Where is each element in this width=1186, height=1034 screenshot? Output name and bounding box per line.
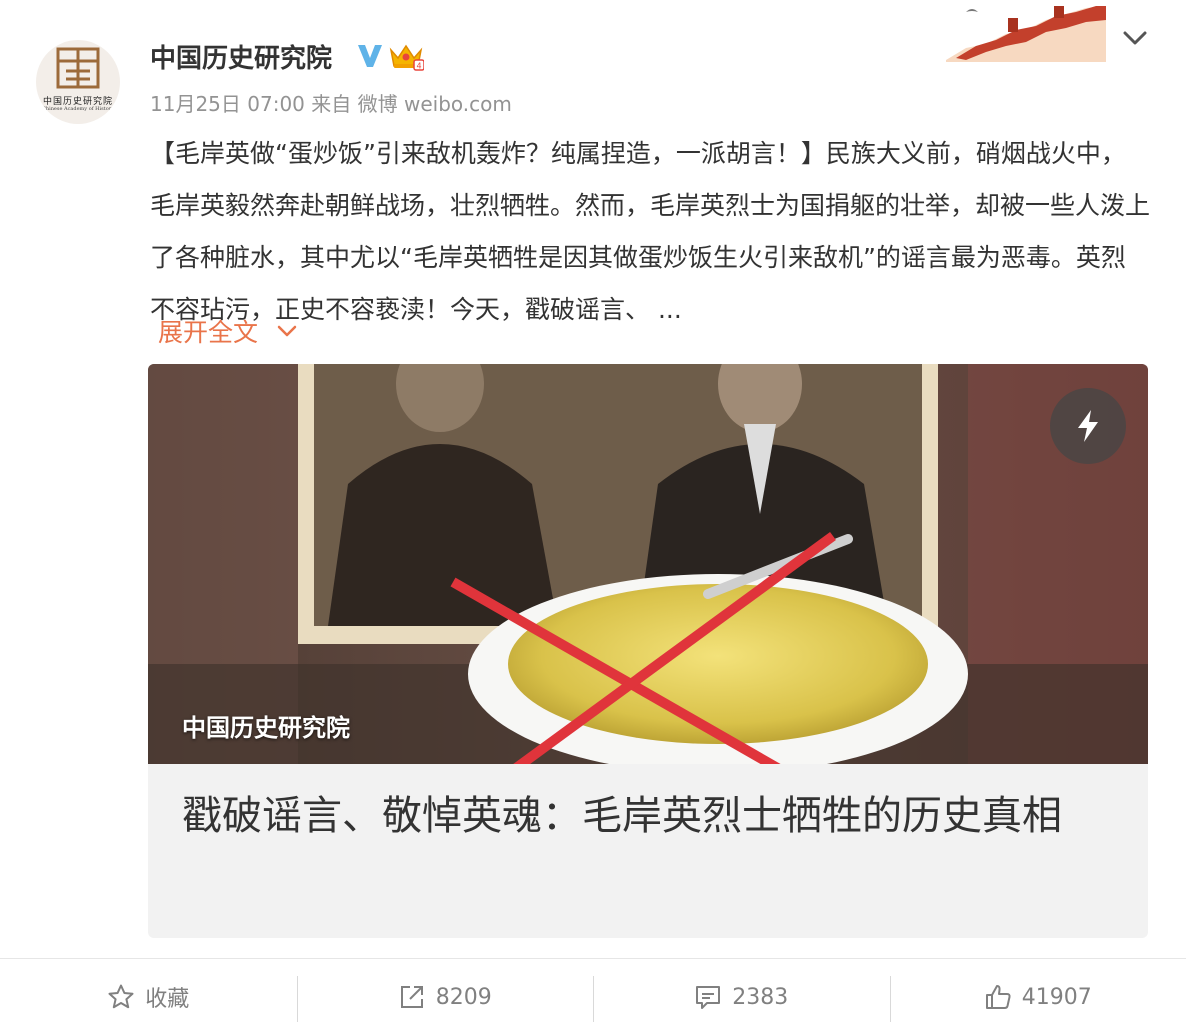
- action-bar-divider: [0, 958, 1186, 959]
- favorite-button[interactable]: 收藏: [0, 960, 297, 1034]
- lightning-icon[interactable]: [1050, 388, 1126, 464]
- action-bar: 收藏 8209 2383 41907: [0, 960, 1186, 1034]
- article-card[interactable]: 中国历史研究院 戳破谣言、敬悼英魂：毛岸英烈士牺牲的历史真相: [148, 364, 1148, 938]
- expand-full-text-button[interactable]: 展开全文: [158, 313, 298, 349]
- post-meta: 11月25日 07:00 来自 微博 weibo.com: [150, 88, 512, 117]
- crown-icon[interactable]: 4: [388, 40, 424, 72]
- thumbs-up-icon: [985, 985, 1011, 1009]
- comment-icon: [696, 986, 721, 1009]
- chevron-down-icon: [277, 325, 297, 337]
- repost-button[interactable]: 8209: [296, 960, 594, 1034]
- star-icon: [108, 984, 134, 1009]
- avatar[interactable]: 中国历史研究院 Chinese Academy of History: [36, 40, 120, 124]
- article-cover-image: [148, 364, 1148, 764]
- chevron-down-icon[interactable]: [1120, 26, 1150, 50]
- lightning-glyph: [1078, 410, 1098, 442]
- favorite-label: 收藏: [145, 987, 190, 1012]
- avatar-sublabel: Chinese Academy of History: [42, 106, 114, 112]
- article-title[interactable]: 戳破谣言、敬悼英魂：毛岸英烈士牺牲的历史真相: [182, 786, 1122, 846]
- like-button[interactable]: 41907: [889, 960, 1186, 1034]
- share-icon: [400, 986, 423, 1008]
- expand-label: 展开全文: [158, 318, 259, 347]
- comment-button[interactable]: 2383: [593, 960, 890, 1034]
- post-source: 来自 微博 weibo.com: [311, 92, 512, 116]
- like-count: 41907: [1021, 984, 1092, 1010]
- repost-count: 8209: [435, 984, 492, 1010]
- post-text: 【毛岸英做“蛋炒饭”引来敌机轰炸？纯属捏造，一派胡言！】民族大义前，硝烟战火中，…: [150, 139, 1151, 324]
- svg-text:4: 4: [416, 62, 421, 71]
- academy-logo-icon: [56, 47, 100, 89]
- verified-v-icon: [358, 45, 382, 67]
- comment-count: 2383: [732, 984, 789, 1010]
- author-name[interactable]: 中国历史研究院: [150, 38, 332, 75]
- great-wall-decoration-icon: [946, 6, 1106, 62]
- image-watermark: 中国历史研究院: [182, 714, 350, 742]
- post-date[interactable]: 11月25日 07:00: [150, 92, 305, 116]
